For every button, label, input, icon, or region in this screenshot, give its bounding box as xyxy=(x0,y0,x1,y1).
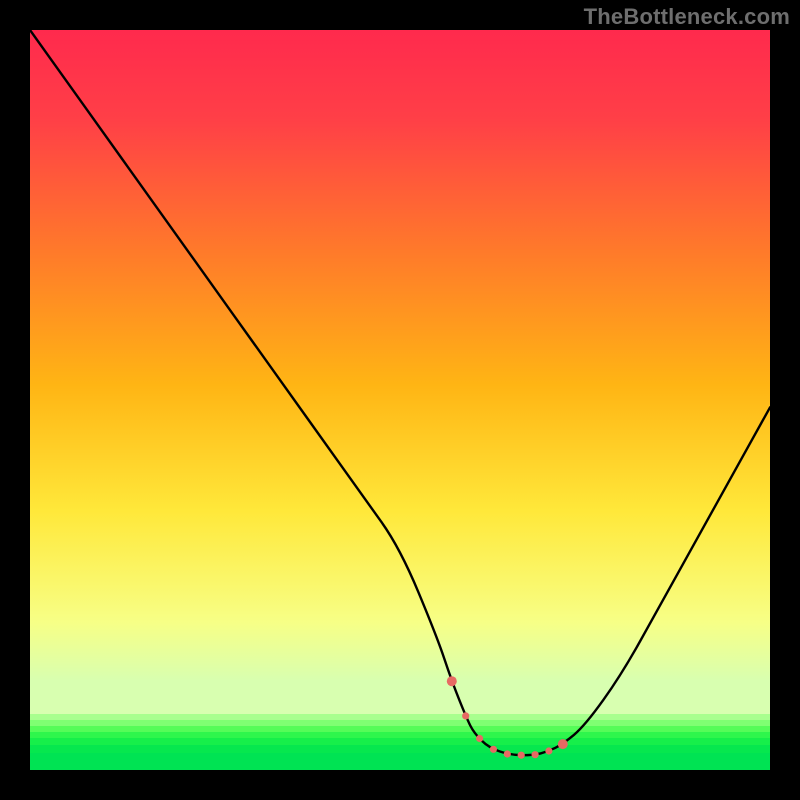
highlight-dot xyxy=(462,712,469,719)
curve-path xyxy=(30,30,770,755)
highlight-dot xyxy=(476,735,483,742)
highlight-dot xyxy=(532,751,539,758)
highlight-dot xyxy=(504,750,511,757)
bottleneck-curve xyxy=(30,30,770,770)
highlight-dot xyxy=(490,746,497,753)
highlight-dot xyxy=(447,676,457,686)
plot-area xyxy=(30,30,770,770)
highlight-dot xyxy=(558,739,568,749)
highlight-dot xyxy=(518,752,525,759)
highlight-dot xyxy=(545,747,552,754)
watermark-text: TheBottleneck.com xyxy=(584,4,790,30)
chart-frame: TheBottleneck.com xyxy=(0,0,800,800)
